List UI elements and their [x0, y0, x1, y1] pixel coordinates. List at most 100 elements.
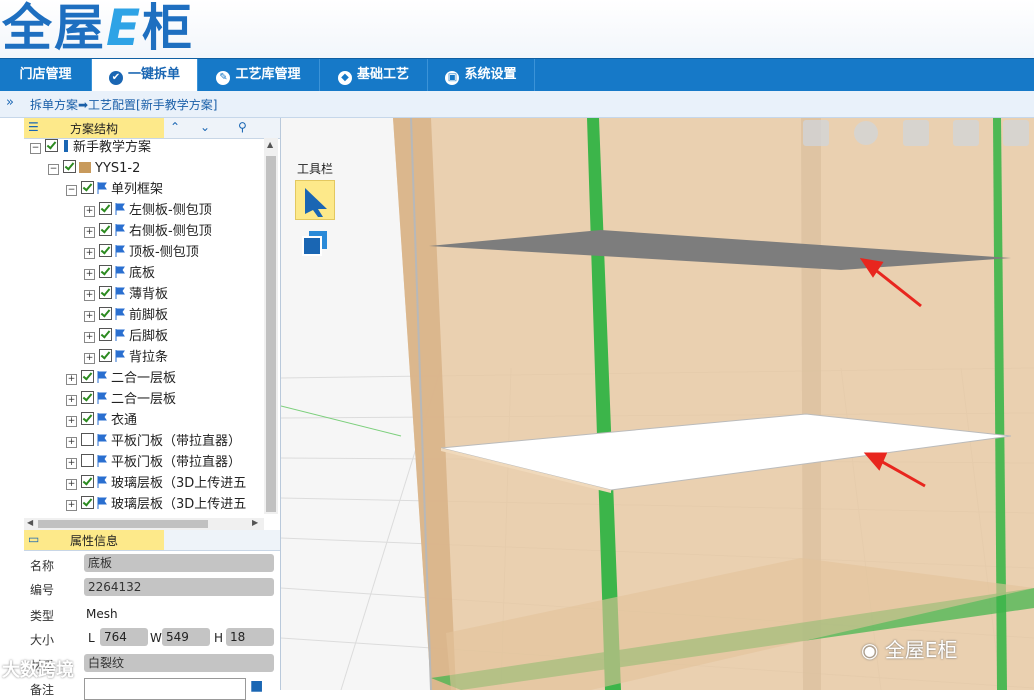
- prop-type: 类型 Mesh: [30, 607, 118, 623]
- expand-icon[interactable]: +: [66, 500, 77, 511]
- structure-panel-title: 方案结构: [24, 118, 164, 138]
- tab-one-click-split[interactable]: ✔ 一键拆单: [92, 59, 198, 92]
- fullscreen-icon[interactable]: [1003, 120, 1029, 146]
- flag-icon: [115, 203, 125, 215]
- tree-horizontal-scrollbar[interactable]: ◀ ▶: [24, 518, 264, 530]
- tree-checkbox[interactable]: [99, 202, 112, 215]
- tree-node-part[interactable]: + 背拉条: [84, 348, 168, 368]
- tree-checkbox[interactable]: [99, 307, 112, 320]
- tree-node-part[interactable]: + 前脚板: [84, 306, 168, 326]
- tree-checkbox[interactable]: [81, 433, 94, 446]
- expand-icon[interactable]: +: [84, 206, 95, 217]
- layers-icon[interactable]: [953, 120, 979, 146]
- material-field[interactable]: 白裂纹: [84, 654, 274, 672]
- expand-icon[interactable]: +: [66, 458, 77, 469]
- tree-node-part[interactable]: + 左侧板-侧包顶: [84, 201, 212, 221]
- name-field[interactable]: 底板: [84, 554, 274, 572]
- breadcrumb[interactable]: 拆单方案➡工艺配置[新手教学方案]: [30, 96, 217, 113]
- target-icon[interactable]: [854, 121, 878, 145]
- tree-checkbox[interactable]: [99, 349, 112, 362]
- expand-icon[interactable]: +: [84, 332, 95, 343]
- flag-icon: [97, 392, 107, 404]
- expand-all-icon[interactable]: ⌃: [170, 120, 180, 134]
- copy-icon: [302, 231, 327, 256]
- expand-icon[interactable]: +: [66, 416, 77, 427]
- expand-icon[interactable]: +: [84, 248, 95, 259]
- tab-basic-process[interactable]: ◆ 基础工艺: [320, 59, 428, 91]
- scroll-thumb[interactable]: [266, 156, 276, 512]
- select-tool-button[interactable]: [295, 180, 335, 220]
- tab-system-settings[interactable]: ▣ 系统设置: [428, 59, 535, 91]
- main-nav: 门店管理 ✔ 一键拆单 ✎ 工艺库管理 ◆ 基础工艺 ▣ 系统设置: [0, 58, 1034, 92]
- expand-icon[interactable]: +: [84, 290, 95, 301]
- expand-icon[interactable]: +: [84, 311, 95, 322]
- search-icon[interactable]: ⚲: [238, 120, 247, 134]
- tree-checkbox[interactable]: [63, 160, 76, 173]
- scroll-thumb[interactable]: [38, 520, 208, 528]
- cabinet-scene: [281, 118, 1034, 690]
- expand-icon[interactable]: +: [66, 437, 77, 448]
- tree-checkbox[interactable]: [99, 265, 112, 278]
- axis-green: [281, 405, 402, 437]
- expand-sidebar-icon[interactable]: »: [6, 95, 14, 110]
- tree-node-part[interactable]: + 衣通: [66, 411, 137, 431]
- tab-process-library[interactable]: ✎ 工艺库管理: [198, 59, 320, 91]
- flag-icon: [97, 413, 107, 425]
- tree-node-root[interactable]: − 新手教学方案: [30, 138, 151, 158]
- tree-checkbox[interactable]: [81, 454, 94, 467]
- tree-node-frame[interactable]: − 单列框架: [66, 180, 163, 200]
- collapse-all-icon[interactable]: ⌄: [200, 120, 210, 134]
- length-field[interactable]: 764: [100, 628, 148, 646]
- 3d-view-icon[interactable]: [903, 120, 929, 146]
- tab-store-management[interactable]: 门店管理: [0, 59, 92, 91]
- tree-checkbox[interactable]: [81, 475, 94, 488]
- watermark-wechat: ◉ 全屋E柜: [861, 638, 958, 662]
- tree-node-part[interactable]: + 二合一层板: [66, 390, 176, 410]
- tree-checkbox[interactable]: [81, 181, 94, 194]
- 3d-viewport[interactable]: 工具栏 ◉ 全屋E柜: [281, 118, 1034, 690]
- save-icon[interactable]: ■: [250, 678, 263, 694]
- collapse-icon[interactable]: −: [66, 185, 77, 196]
- tree-checkbox[interactable]: [99, 223, 112, 236]
- tree-checkbox[interactable]: [81, 370, 94, 383]
- tree-node-part[interactable]: + 薄背板: [84, 285, 168, 305]
- tree-node-part[interactable]: + 玻璃层板（3D上传进五: [66, 495, 246, 515]
- width-field[interactable]: 549: [162, 628, 210, 646]
- tree-node-part[interactable]: + 平板门板（带拉直器）: [66, 453, 241, 473]
- tree-node-cabinet[interactable]: − YYS1-2: [48, 159, 140, 179]
- tree-vertical-scrollbar[interactable]: ▲: [264, 138, 278, 514]
- expand-icon[interactable]: +: [84, 227, 95, 238]
- expand-icon[interactable]: +: [66, 374, 77, 385]
- collapse-icon[interactable]: −: [48, 164, 59, 175]
- tree-checkbox[interactable]: [45, 139, 58, 152]
- tree-node-part[interactable]: + 后脚板: [84, 327, 168, 347]
- type-value: Mesh: [86, 607, 118, 621]
- tree-checkbox[interactable]: [81, 391, 94, 404]
- toolbox-label: 工具栏: [296, 162, 333, 176]
- code-field[interactable]: 2264132: [84, 578, 274, 596]
- tree-node-part[interactable]: + 玻璃层板（3D上传进五: [66, 474, 246, 494]
- collapse-icon[interactable]: −: [30, 143, 41, 154]
- tree-checkbox[interactable]: [99, 244, 112, 257]
- expand-icon[interactable]: +: [66, 479, 77, 490]
- props-panel-title: 属性信息: [24, 530, 164, 550]
- watermark-bottom-left: 大数跨境: [2, 660, 74, 681]
- tag-icon: ◆: [337, 71, 352, 85]
- height-field[interactable]: 18: [226, 628, 274, 646]
- note-input[interactable]: [84, 678, 246, 700]
- tree-node-part[interactable]: + 右侧板-侧包顶: [84, 222, 212, 242]
- copy-tool-button[interactable]: [300, 228, 330, 258]
- tree-node-part[interactable]: + 顶板-侧包顶: [84, 243, 199, 263]
- tree-checkbox[interactable]: [99, 328, 112, 341]
- expand-icon[interactable]: +: [84, 353, 95, 364]
- tree-checkbox[interactable]: [81, 496, 94, 509]
- tree-node-part[interactable]: + 平板门板（带拉直器）: [66, 432, 241, 452]
- tree-node-part[interactable]: + 二合一层板: [66, 369, 176, 389]
- app-header: 全屋E柜: [0, 0, 1034, 58]
- tree-node-part[interactable]: + 底板: [84, 264, 155, 284]
- save-view-icon[interactable]: [803, 120, 829, 146]
- expand-icon[interactable]: +: [84, 269, 95, 280]
- tree-checkbox[interactable]: [81, 412, 94, 425]
- tree-checkbox[interactable]: [99, 286, 112, 299]
- expand-icon[interactable]: +: [66, 395, 77, 406]
